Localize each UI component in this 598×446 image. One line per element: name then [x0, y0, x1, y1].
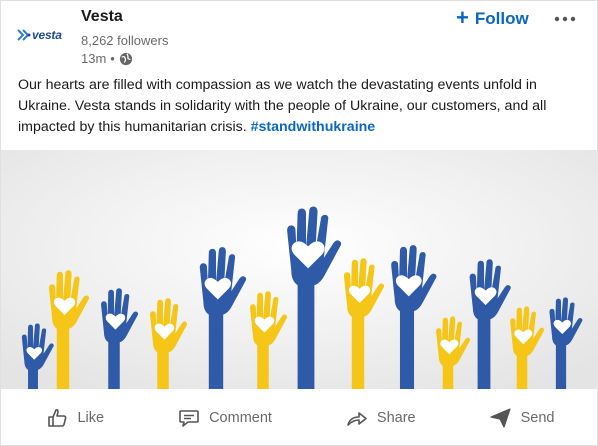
post-image[interactable] [1, 150, 598, 389]
send-icon [490, 408, 511, 428]
more-options-button[interactable] [549, 5, 581, 33]
company-logo[interactable]: vesta [17, 15, 73, 55]
author-name[interactable]: Vesta [81, 8, 123, 26]
share-arrow-icon [347, 412, 367, 426]
send-label: Send [520, 410, 555, 426]
post-timestamp: 13m • [81, 51, 133, 66]
follow-button[interactable]: + Follow [456, 5, 529, 33]
post-card: vesta Vesta 8,262 followers 13m • + Foll… [0, 0, 598, 446]
raised-hands-illustration [1, 150, 598, 389]
share-button[interactable]: Share [335, 398, 426, 438]
send-button[interactable]: Send [479, 398, 565, 438]
post-actions-bar: Like Comment Share Send [1, 389, 598, 446]
separator-dot: • [110, 51, 115, 66]
ellipsis-icon [554, 16, 576, 22]
like-button[interactable]: Like [35, 398, 114, 438]
thumbs-up-icon [48, 408, 67, 427]
globe-icon [119, 52, 132, 65]
comment-label: Comment [209, 410, 272, 426]
comment-button[interactable]: Comment [167, 398, 282, 438]
share-label: Share [376, 410, 416, 426]
follower-count: 8,262 followers [81, 33, 169, 48]
post-body: Our hearts are filled with compassion as… [18, 75, 583, 138]
vesta-logo-icon [17, 29, 31, 41]
comment-icon [179, 410, 199, 427]
logo-wordmark: vesta [32, 28, 62, 42]
hashtag-link[interactable]: #standwithukraine [251, 119, 376, 135]
plus-icon: + [456, 5, 469, 30]
like-label: Like [77, 410, 105, 426]
follow-label: Follow [474, 9, 529, 28]
post-time: 13m [81, 51, 107, 66]
